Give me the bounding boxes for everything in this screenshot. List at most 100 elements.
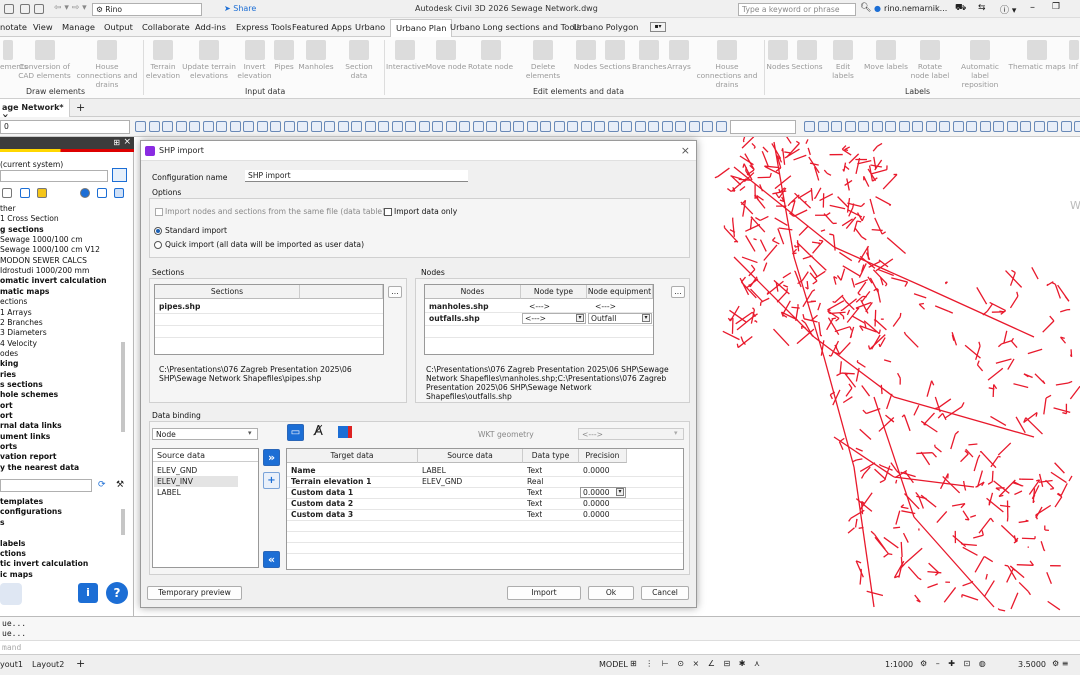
refresh-icon[interactable]: ⟳ [98,480,106,490]
tool-icon[interactable] [2,188,12,198]
toolbar-tool-icon[interactable] [189,121,200,132]
toolbar-tool-icon[interactable] [405,121,416,132]
chevron-down-icon[interactable]: ▾ [642,314,650,322]
toolbar-tool-icon[interactable] [297,121,308,132]
toolbar-tool-icon[interactable] [445,121,457,132]
source-data-cell[interactable]: LABEL [422,465,446,476]
precision-cell[interactable]: 0.0000 [583,509,610,520]
import-button[interactable]: Import [507,586,581,600]
table-bind-icon[interactable]: ▭ [287,424,304,441]
tree-item[interactable]: ument links [0,432,50,441]
chevron-down-icon[interactable]: ▾ [576,314,584,322]
toolbar-tool-icon[interactable] [270,121,281,132]
target-data-cell[interactable]: Custom data 1 [291,487,353,498]
tree-item[interactable]: 2 Branches [0,318,43,327]
status-value[interactable]: 3.5000 [1018,660,1046,669]
tab-urbano-polygon[interactable]: Urbano Polygon [573,22,638,32]
toolbar-tool-icon[interactable] [513,121,524,132]
tree-item[interactable]: 1 Arrays [0,308,32,317]
tab-annotate[interactable]: notate [0,22,27,32]
precision-cell[interactable]: 0.0000 [583,498,610,509]
tab-urbano[interactable]: Urbano [355,22,385,32]
node-equipment-cell[interactable]: <---> [595,301,616,312]
toolbar-tool-icon[interactable] [337,121,349,132]
precision-cell[interactable]: 0.0000 [583,487,610,498]
model-space-button[interactable]: MODEL [599,660,628,669]
search-icon[interactable]: 🔍︎ [860,3,871,13]
toolbar-tool-icon[interactable] [432,121,443,132]
toolbar-tool-icon[interactable] [567,121,578,132]
ribbon-btn-info[interactable]: Inf [1067,40,1080,71]
toolbar-tool-icon[interactable] [472,121,484,132]
tree-item[interactable]: s [0,518,5,527]
tree-item[interactable]: matic maps [0,287,49,296]
tree-item[interactable]: king [0,359,19,368]
help-icon[interactable]: ⓘ ▾ [1000,3,1016,16]
tool-icon[interactable] [114,188,124,198]
command-line[interactable]: ue... ue... mand [0,616,1080,654]
tree-item[interactable]: configurations [0,507,62,516]
data-type-cell[interactable]: Text [527,509,542,520]
toolbar-tool-icon[interactable] [979,121,991,132]
toolbar-tool-icon[interactable] [486,121,497,132]
target-data-cell[interactable]: Custom data 3 [291,509,353,520]
app-menu-icon[interactable] [4,4,14,14]
target-data-cell[interactable]: Terrain elevation 1 [291,476,371,487]
layout2-tab[interactable]: Layout2 [32,660,64,669]
ribbon-btn-section-data[interactable]: Section data [336,40,382,80]
binding-type-select[interactable]: Node [152,428,258,440]
clear-binding-icon[interactable] [338,426,352,438]
data-type-cell[interactable]: Real [527,476,543,487]
tree-item[interactable]: ries [0,370,16,379]
data-type-cell[interactable]: Text [527,498,542,509]
tree-item[interactable]: orts [0,442,17,451]
pin-icon[interactable]: ⊞ [113,138,120,147]
toolbar-tool-icon[interactable] [594,121,605,132]
status-tool-icons[interactable]: ⚙ – ✚ ⊡ ◍ [920,659,989,668]
standard-import-radio[interactable] [154,227,162,235]
node-file-row[interactable]: manholes.shp [429,301,489,312]
toolbar-tool-icon[interactable] [804,121,815,132]
panel-select-2[interactable] [0,479,92,492]
ribbon-btn-elements[interactable]: ements [0,40,28,71]
toolbar-tool-icon[interactable] [621,121,632,132]
cart-icon[interactable]: ⛟ [955,3,966,14]
tab-manage[interactable]: Manage [62,22,95,32]
toolbar-tool-icon[interactable] [885,121,896,132]
toolbar-tool-icon[interactable] [1074,121,1080,132]
toolbar-tool-icon[interactable] [661,121,673,132]
ribbon-btn-rotate-node[interactable]: Rotate node [468,40,513,71]
toolbar-tool-icon[interactable] [351,121,362,132]
toolbar-tool-icon[interactable] [715,121,727,132]
toolbar-tool-icon[interactable] [540,121,551,132]
source-item[interactable]: LABEL [157,487,181,498]
quick-import-radio[interactable] [154,241,162,249]
ribbon-btn-thematic-maps[interactable]: Thematic maps [1008,40,1066,71]
toolbar-tool-icon[interactable] [256,121,268,132]
tab-output[interactable]: Output [104,22,133,32]
chevron-down-icon[interactable]: ▾ [248,429,252,437]
toolbar-tool-icon[interactable] [607,121,619,132]
toolbar-tool-icon[interactable] [378,121,389,132]
data-type-cell[interactable]: Text [527,465,542,476]
tree-item[interactable]: 4 Velocity [0,339,37,348]
toolbar-tool-icon[interactable] [202,121,214,132]
tree-item[interactable]: tic invert calculation [0,559,88,568]
tree-item[interactable]: ther [0,204,16,213]
workspace-select[interactable]: ⚙ Rino [92,3,202,16]
toolbar-tool-icon[interactable] [993,121,1004,132]
add-layout-icon[interactable]: + [76,657,85,670]
command-input[interactable]: mand [0,640,1080,654]
toolbar-tool-icon[interactable] [148,121,160,132]
tab-collaborate[interactable]: Collaborate [142,22,190,32]
tool-icon[interactable] [97,188,107,198]
close-icon[interactable]: × [681,144,690,157]
dialog-titlebar[interactable]: SHP import × [141,141,696,161]
source-data-cell[interactable]: ELEV_GND [422,476,462,487]
toolbar-tool-icon[interactable] [324,121,335,132]
tree-item[interactable]: Sewage 1000/100 cm [0,235,83,244]
tree-item[interactable]: odes [0,349,18,358]
node-file-row[interactable]: outfalls.shp [429,313,480,324]
toolbar-tool-icon[interactable] [459,121,470,132]
toolbar-tool-icon[interactable] [243,121,254,132]
